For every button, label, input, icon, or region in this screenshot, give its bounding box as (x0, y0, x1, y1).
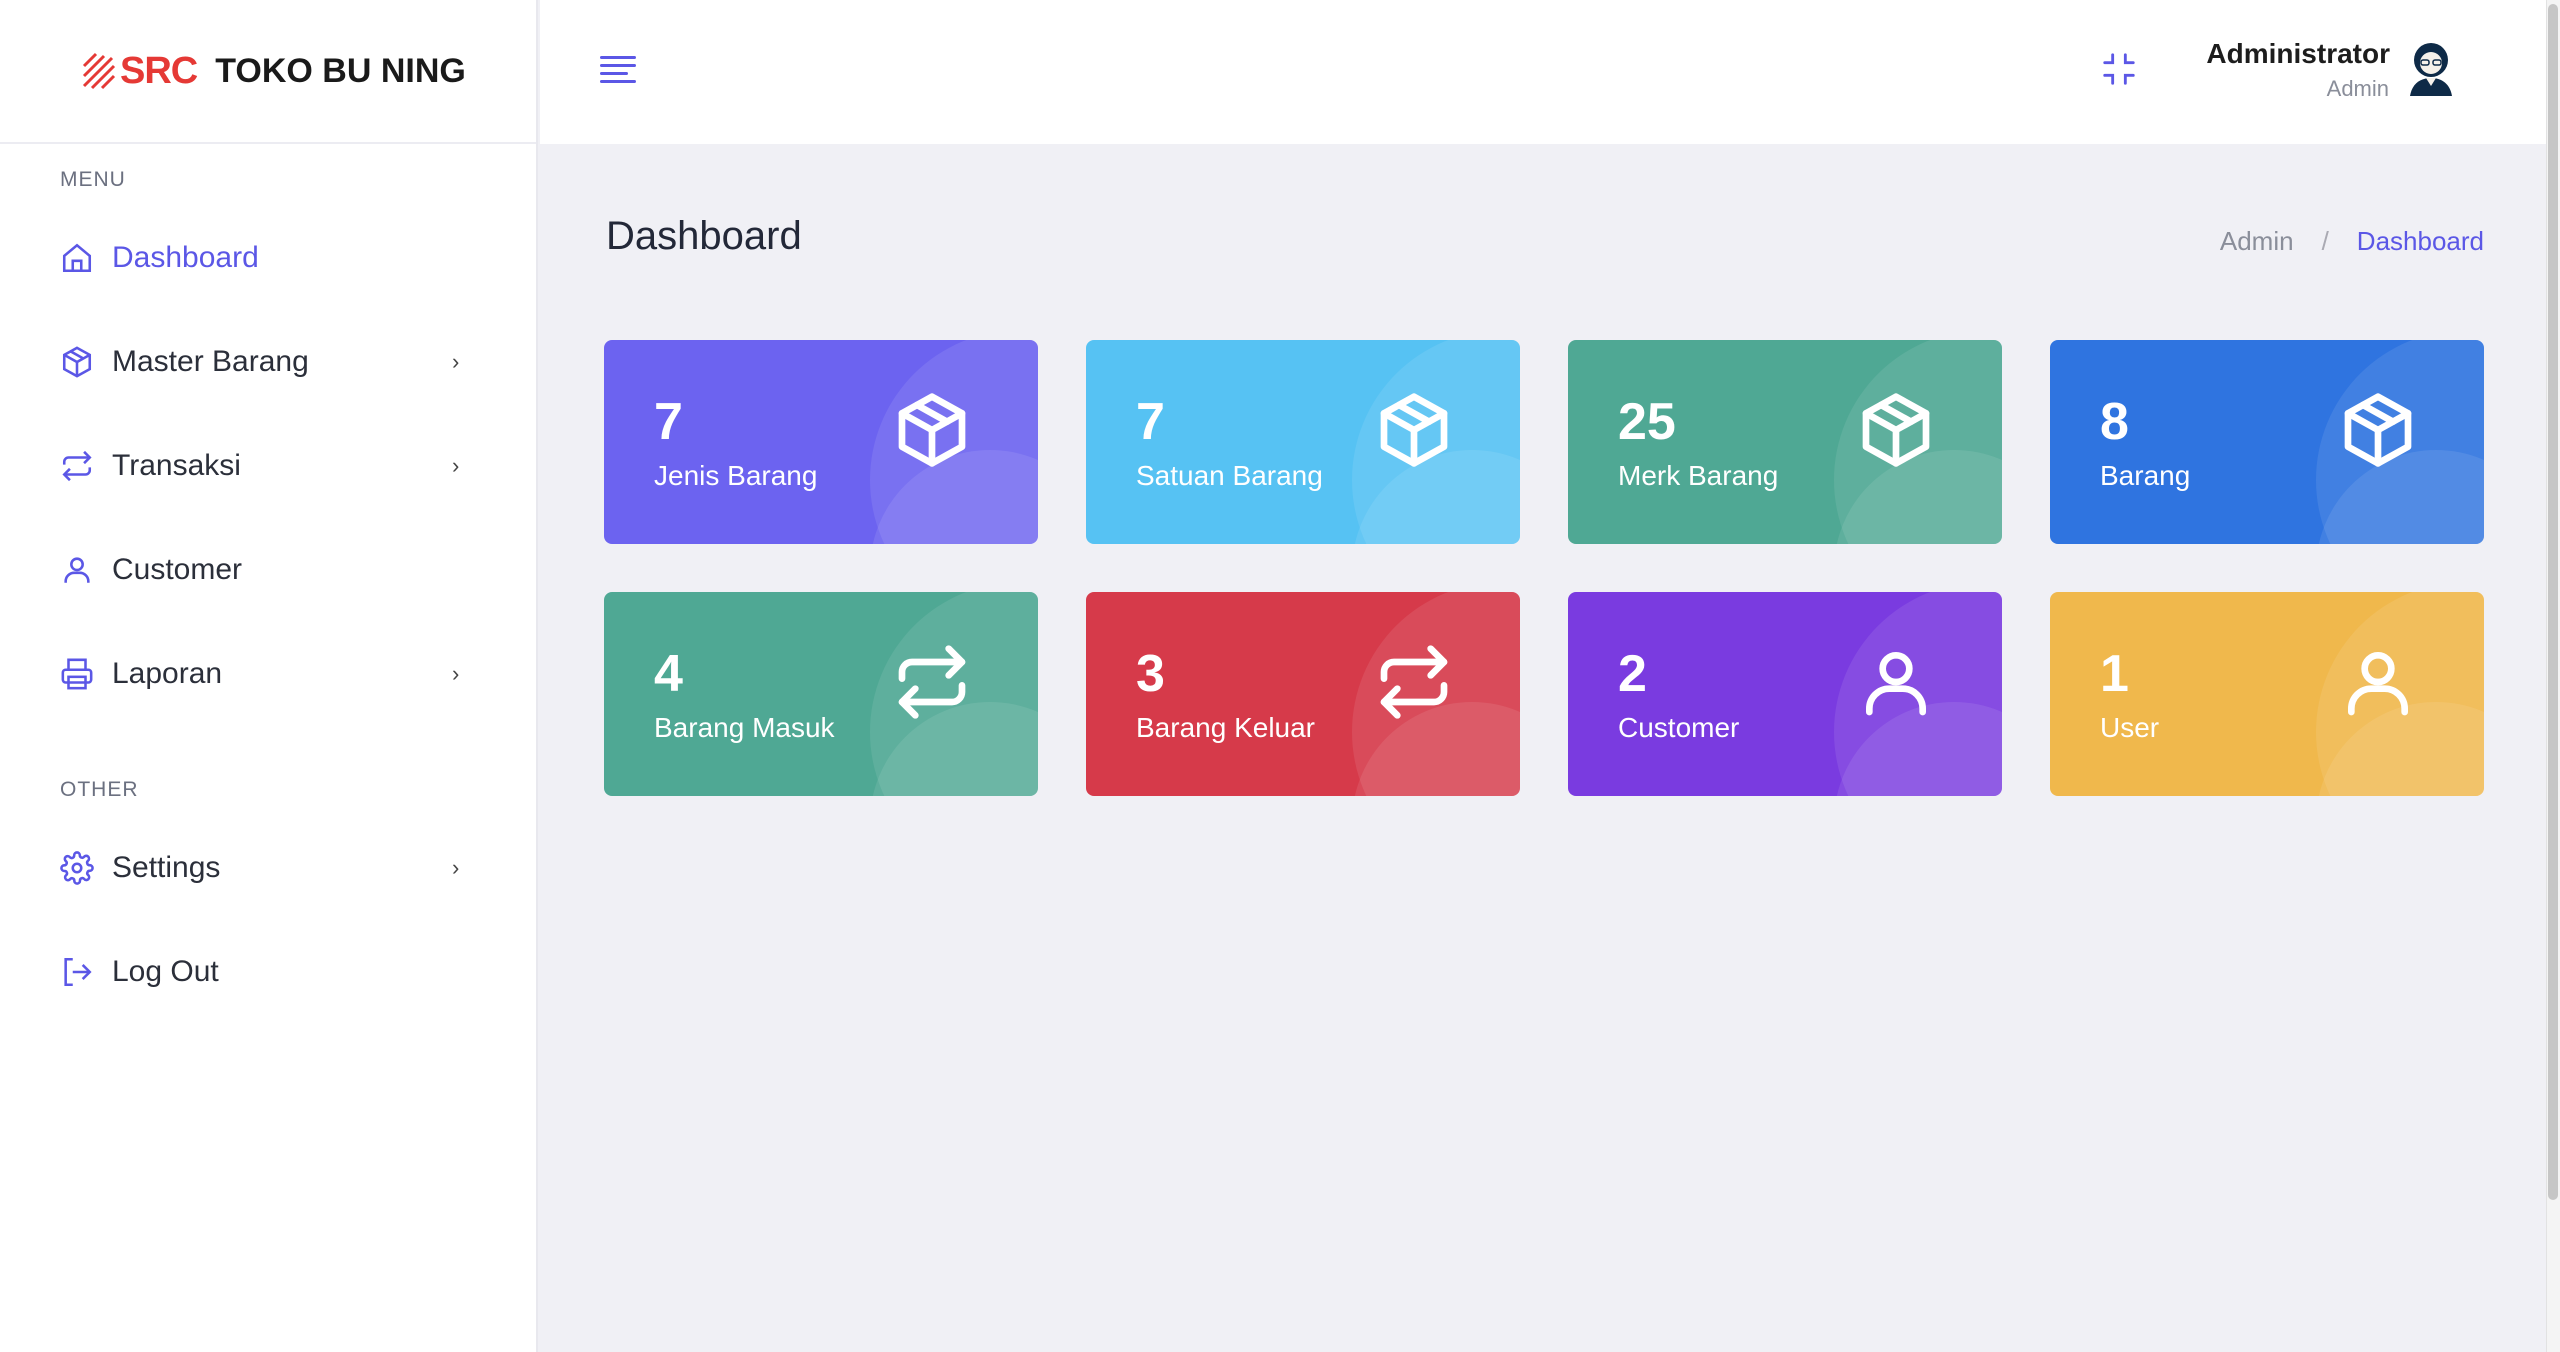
scrollbar-thumb[interactable] (2548, 4, 2558, 1200)
top-bar: Administrator Admin (540, 0, 2546, 144)
sidebar-item-label: Transaksi (112, 449, 241, 482)
chevron-right-icon: › (452, 453, 460, 478)
box-icon (60, 345, 94, 379)
stat-card-barang[interactable]: 8 Barang (2050, 340, 2484, 544)
stat-card-barang-masuk[interactable]: 4 Barang Masuk (604, 592, 1038, 796)
menu-section-label: MENU (60, 168, 126, 191)
brand[interactable]: SRC TOKO BU NING (0, 0, 536, 144)
other-section-label: OTHER (60, 778, 139, 801)
breadcrumb: Admin / Dashboard (2220, 226, 2484, 257)
stat-card-customer[interactable]: 2 Customer (1568, 592, 2002, 796)
breadcrumb-admin[interactable]: Admin (2220, 226, 2294, 257)
repeat-icon (892, 642, 972, 722)
box-icon (1856, 390, 1936, 470)
stat-card-barang-keluar[interactable]: 3 Barang Keluar (1086, 592, 1520, 796)
sidebar-item-master-barang[interactable]: Master Barang › (0, 310, 536, 414)
page-title: Dashboard (606, 214, 802, 258)
stat-card-merk-barang[interactable]: 25 Merk Barang (1568, 340, 2002, 544)
chevron-right-icon: › (452, 855, 460, 880)
menu-toggle-icon[interactable] (600, 56, 636, 84)
sidebar-item-customer[interactable]: Customer (0, 518, 536, 622)
chevron-right-icon: › (452, 349, 460, 374)
printer-icon (60, 657, 94, 691)
stat-value: 1 (2100, 645, 2129, 703)
sidebar-item-label: Customer (112, 553, 243, 586)
stat-label: User (2100, 712, 2160, 743)
gear-icon (60, 851, 94, 885)
stat-value: 4 (654, 645, 683, 703)
stat-label: Barang (2100, 460, 2191, 491)
sidebar-item-label: Laporan (112, 657, 223, 690)
stat-card-satuan-barang[interactable]: 7 Satuan Barang (1086, 340, 1520, 544)
stat-card-jenis-barang[interactable]: 7 Jenis Barang (604, 340, 1038, 544)
sidebar-item-label: Settings (112, 851, 221, 884)
stat-label: Merk Barang (1618, 460, 1779, 491)
sidebar-item-label: Dashboard (112, 241, 259, 274)
brand-logo-text: SRC (120, 49, 198, 92)
box-icon (892, 390, 972, 470)
stat-label: Jenis Barang (654, 460, 818, 491)
stat-value: 7 (654, 393, 683, 451)
breadcrumb-separator: / (2321, 226, 2329, 256)
stat-label: Barang Masuk (654, 712, 835, 743)
avatar[interactable] (2402, 38, 2460, 100)
repeat-icon (60, 449, 94, 483)
stat-value: 8 (2100, 393, 2129, 451)
stat-value: 25 (1618, 393, 1676, 451)
stat-value: 2 (1618, 645, 1647, 703)
store-name: TOKO BU NING (215, 51, 466, 90)
box-icon (2338, 390, 2418, 470)
stat-label: Satuan Barang (1136, 460, 1323, 491)
brand-logo: SRC (82, 49, 198, 93)
chevron-right-icon: › (452, 661, 460, 686)
sidebar-item-logout[interactable]: Log Out (0, 920, 536, 1024)
breadcrumb-current: Dashboard (2356, 226, 2484, 256)
sidebar-item-settings[interactable]: Settings › (0, 816, 536, 920)
user-icon (1856, 642, 1936, 722)
fullscreen-exit-icon[interactable] (2100, 50, 2138, 88)
logout-icon (60, 955, 94, 989)
home-icon (60, 241, 94, 275)
user-icon (60, 553, 94, 587)
logo-stripes-icon (82, 52, 116, 90)
stat-label: Barang Keluar (1136, 712, 1316, 743)
box-icon (1374, 390, 1454, 470)
sidebar: SRC TOKO BU NING MENU Dashboard Master B… (0, 0, 538, 1352)
sidebar-item-dashboard[interactable]: Dashboard (0, 206, 536, 310)
user-icon (2338, 642, 2418, 722)
user-name[interactable]: Administrator (2206, 38, 2390, 70)
sidebar-item-transaksi[interactable]: Transaksi › (0, 414, 536, 518)
sidebar-item-label: Master Barang (112, 345, 309, 378)
stat-label: Customer (1618, 712, 1740, 743)
repeat-icon (1374, 642, 1454, 722)
stat-card-user[interactable]: 1 User (2050, 592, 2484, 796)
stat-value: 7 (1136, 393, 1165, 451)
sidebar-item-label: Log Out (112, 955, 219, 988)
user-role: Admin (2326, 76, 2389, 101)
sidebar-item-laporan[interactable]: Laporan › (0, 622, 536, 726)
stat-value: 3 (1136, 645, 1165, 703)
